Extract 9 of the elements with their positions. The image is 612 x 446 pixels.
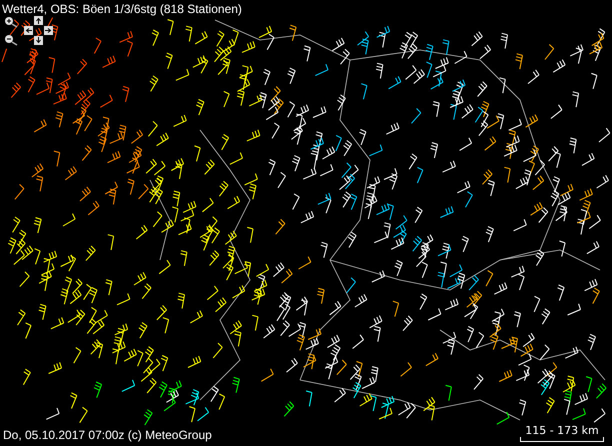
pan-right-icon[interactable] (44, 26, 53, 35)
pan-left-icon[interactable] (24, 26, 33, 35)
map-title: Wetter4, OBS: Böen 1/3/6stg (818 Stationen) (2, 1, 242, 18)
zoom-in-icon[interactable] (4, 16, 18, 28)
scale-label: 115 - 173 km (525, 424, 599, 437)
pan-up-icon[interactable] (34, 16, 43, 25)
zoom-out-icon[interactable] (4, 34, 18, 46)
copyright-footer: Do, 05.10.2017 07:00z (c) MeteoGroup (3, 426, 212, 444)
pan-down-icon[interactable] (34, 36, 43, 45)
